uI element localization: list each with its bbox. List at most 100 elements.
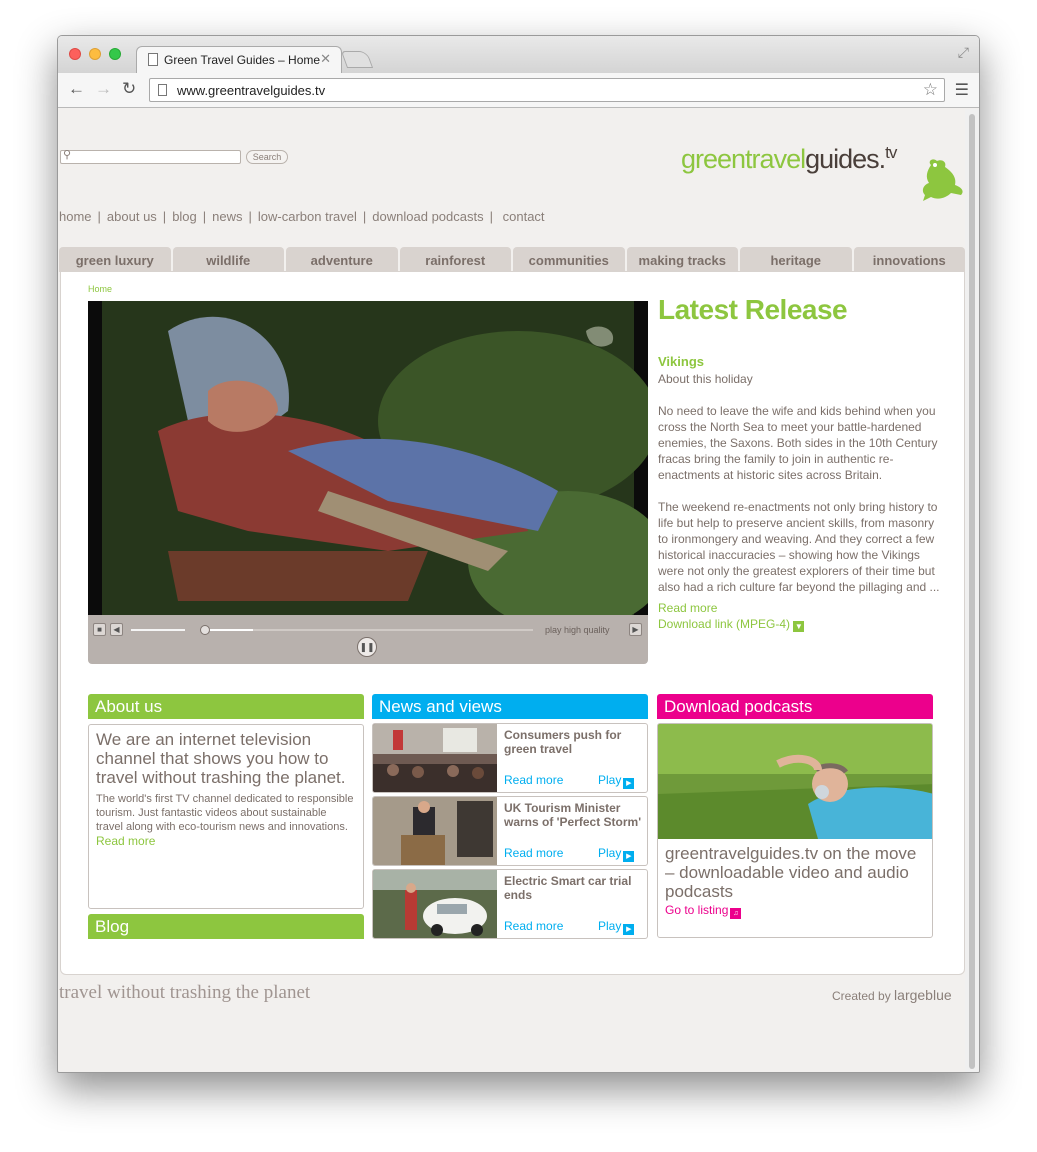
podcast-listener-image [658,724,932,839]
progress-fill [203,629,253,631]
nav-home[interactable]: home [59,209,92,224]
about-description: The world's first TV channel dedicated t… [96,793,354,833]
go-to-listing-label: Go to listing [665,903,729,917]
stop-icon[interactable]: ■ [93,623,106,636]
footer-credit: Created by largeblue [832,987,952,1003]
tab-communities[interactable]: communities [513,247,625,272]
progress-bar[interactable] [203,629,533,631]
web-page: ⚲ Search greentravelguides.tv home | about… [58,109,967,1072]
news-item[interactable]: UK Tourism Minister warns of 'Perfect St… [372,796,648,866]
podcast-icon: ♫ [730,908,742,919]
release-title: Vikings [658,354,705,369]
footer-tagline: travel without trashing the planet [59,982,311,1003]
forward-arrow-icon[interactable]: → [95,79,112,99]
tab-adventure[interactable]: adventure [286,247,398,272]
news-heading[interactable]: News and views [372,694,648,719]
news-thumbnail-image [373,870,497,938]
release-read-more-link[interactable]: Read more [658,600,943,616]
nav-low-carbon-travel[interactable]: low-carbon travel [258,209,357,224]
scrollbar-thumb[interactable] [969,114,975,1069]
tab-making-tracks[interactable]: making tracks [626,247,738,272]
podcasts-heading[interactable]: Download podcasts [657,694,933,719]
search-button[interactable]: Search [246,150,288,164]
close-window-button[interactable] [69,48,81,60]
main-content: Home ■ ◀ play high quality ▶ ❚❚ Latest R… [60,271,965,975]
news-play-label: Play [598,919,622,933]
browser-tab[interactable]: Green Travel Guides – Home ✕ [136,46,342,73]
play-icon: ▶ [623,851,635,862]
news-play-link[interactable]: Play ▶ [598,919,635,935]
play-icon: ▶ [623,778,635,789]
close-tab-icon[interactable]: ✕ [320,51,331,67]
logo-dark-text: guides. [805,144,886,174]
nav-contact[interactable]: contact [503,209,545,224]
tab-wildlife[interactable]: wildlife [172,247,284,272]
search-input[interactable]: ⚲ [60,149,241,164]
tab-green-luxury[interactable]: green luxury [59,247,171,272]
download-icon: ▼ [793,621,805,632]
minimize-window-button[interactable] [89,48,101,60]
breadcrumb[interactable]: Home [88,284,112,294]
nav-blog[interactable]: blog [172,209,197,224]
blog-heading[interactable]: Blog [88,914,364,939]
tab-innovations[interactable]: innovations [853,247,965,272]
about-us-heading[interactable]: About us [88,694,364,719]
back-arrow-icon[interactable]: ← [68,79,85,99]
nav-download-podcasts[interactable]: download podcasts [372,209,483,224]
about-intro: We are an internet television channel th… [96,730,346,787]
release-subtitle: About this holiday [658,372,753,386]
news-read-more-link[interactable]: Read more [504,846,563,860]
progress-handle[interactable] [200,625,210,635]
reload-icon[interactable]: ↻ [122,79,136,99]
tab-heritage[interactable]: heritage [740,247,852,272]
page-icon [158,84,167,96]
nav-about-us[interactable]: about us [107,209,157,224]
address-bar[interactable]: www.greentravelguides.tv ☆ [149,78,945,102]
fullscreen-icon[interactable]: ⤢ [958,44,969,61]
news-item[interactable]: Electric Smart car trial ends Read more … [372,869,648,939]
volume-slider[interactable] [131,629,185,631]
volume-icon[interactable]: ◀ [110,623,123,636]
news-play-link[interactable]: Play ▶ [598,846,635,862]
download-link-label: Download link (MPEG-4) [658,617,791,631]
video-controls: ■ ◀ play high quality ▶ ❚❚ [88,615,648,664]
video-player[interactable]: ■ ◀ play high quality ▶ ❚❚ [88,301,648,664]
news-thumbnail-image [373,797,497,865]
news-play-link[interactable]: Play ▶ [598,773,635,789]
news-thumbnail-image [373,724,497,792]
top-navigation: home | about us | blog | news | low-carbon trave… [59,209,545,224]
browser-toolbar: ← → ↻ www.greentravelguides.tv ☆ ☰ [58,73,979,108]
logo-tv-text: tv [885,143,897,162]
zoom-window-button[interactable] [109,48,121,60]
download-link[interactable]: Download link (MPEG-4) ▼ [658,616,943,632]
menu-icon[interactable]: ☰ [955,80,969,100]
largeblue-link[interactable]: largeblue [894,987,952,1003]
site-logo[interactable]: greentravelguides.tv [681,143,897,175]
tab-rainforest[interactable]: rainforest [399,247,511,272]
frog-logo-icon [922,159,963,201]
podcasts-panel: greentravelguides.tv on the move – downl… [657,723,933,938]
pause-button[interactable]: ❚❚ [357,637,377,657]
tab-title: Green Travel Guides – Home [164,53,321,67]
category-tabs: green luxury wildlife adventure rainfore… [59,247,965,272]
play-hq-icon[interactable]: ▶ [629,623,642,636]
news-title: Electric Smart car trial ends [504,874,632,902]
play-icon: ▶ [623,924,635,935]
nav-news[interactable]: news [212,209,242,224]
news-item[interactable]: Consumers push for green travel Read mor… [372,723,648,793]
release-paragraph-1: No need to leave the wife and kids behin… [658,404,938,482]
tab-bar: Green Travel Guides – Home ✕ ⤢ [58,36,979,73]
vertical-scrollbar[interactable] [965,109,979,1072]
latest-release: Latest Release Vikings About this holida… [658,294,943,632]
bookmark-star-icon[interactable]: ☆ [923,80,938,100]
created-by-label: Created by [832,989,891,1003]
about-read-more-link[interactable]: Read more [96,834,356,848]
news-title: Consumers push for green travel [504,728,622,756]
news-read-more-link[interactable]: Read more [504,919,563,933]
go-to-listing-link[interactable]: Go to listing ♫ [665,903,742,919]
url-text: www.greentravelguides.tv [177,83,326,98]
play-high-quality-label[interactable]: play high quality [545,625,610,635]
news-read-more-link[interactable]: Read more [504,773,563,787]
news-title: UK Tourism Minister warns of 'Perfect St… [504,801,642,829]
new-tab-button[interactable] [340,51,374,68]
